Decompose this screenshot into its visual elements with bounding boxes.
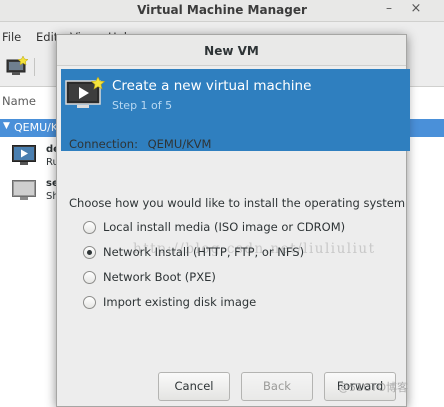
toolbar-separator [34, 58, 35, 76]
banner-title: Create a new virtual machine [112, 78, 312, 94]
radio-label[interactable]: Network Boot (PXE) [103, 270, 216, 284]
radio-button[interactable] [83, 296, 96, 309]
connection-value: QEMU/KVM [147, 137, 212, 151]
menu-edit[interactable]: Edit [36, 30, 58, 44]
radio-network-boot[interactable]: Network Boot (PXE) [83, 270, 383, 288]
cancel-button[interactable]: Cancel [158, 372, 230, 401]
radio-label[interactable]: Network Install (HTTP, FTP, or NFS) [103, 245, 304, 259]
radio-import-disk[interactable]: Import existing disk image [83, 295, 383, 313]
new-vm-icon[interactable] [6, 56, 28, 76]
install-method-prompt: Choose how you would like to install the… [69, 196, 406, 210]
dialog-title: New VM [204, 44, 259, 58]
main-window-titlebar: Virtual Machine Manager – × [0, 0, 444, 22]
connection-label: Connection: [69, 137, 138, 151]
radio-label[interactable]: Import existing disk image [103, 295, 256, 309]
new-vm-monitor-icon [65, 77, 105, 108]
expander-icon[interactable]: ▼ [3, 121, 10, 131]
dialog-titlebar[interactable]: New VM [57, 35, 406, 66]
running-vm-icon [12, 145, 36, 165]
banner-step: Step 1 of 5 [112, 99, 173, 112]
minimize-button[interactable]: – [381, 1, 397, 19]
shutoff-vm-icon [12, 180, 36, 200]
column-header-name[interactable]: Name [2, 94, 36, 108]
radio-button[interactable] [83, 221, 96, 234]
radio-local-install[interactable]: Local install media (ISO image or CDROM) [83, 220, 383, 238]
radio-button-selected[interactable] [83, 246, 96, 259]
back-button[interactable]: Back [241, 372, 313, 401]
radio-label[interactable]: Local install media (ISO image or CDROM) [103, 220, 345, 234]
new-vm-dialog: New VM Create a new virtual machine Step… [56, 34, 410, 407]
menu-file[interactable]: File [2, 30, 21, 44]
radio-network-install[interactable]: Network Install (HTTP, FTP, or NFS) [83, 245, 383, 263]
connection-row: Connection: QEMU/KVM [69, 137, 211, 151]
radio-button[interactable] [83, 271, 96, 284]
main-window-title: Virtual Machine Manager [137, 3, 307, 17]
close-button[interactable]: × [408, 1, 424, 19]
corner-watermark: @51CTO博客 [338, 381, 409, 394]
